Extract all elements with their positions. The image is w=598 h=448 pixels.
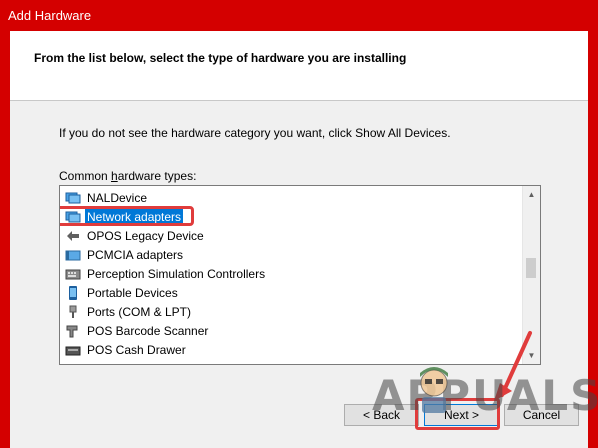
list-item-network-adapters[interactable]: Network adapters (60, 206, 522, 226)
wizard-header: From the list below, select the type of … (10, 31, 588, 101)
hardware-types-list[interactable]: NALDevice Network adapters OPOS Legacy D… (59, 185, 541, 365)
instruction-text: If you do not see the hardware category … (59, 126, 451, 140)
list-item-naldevice[interactable]: NALDevice (60, 188, 522, 207)
scroll-up-arrow-icon[interactable]: ▲ (523, 186, 540, 203)
pcmcia-card-icon (65, 248, 81, 262)
list-item-pos-barcode-scanner[interactable]: POS Barcode Scanner (60, 321, 522, 340)
opos-device-icon (65, 229, 81, 243)
hardware-types-label: Common hardware types: (59, 169, 197, 183)
annotation-arrow-icon (494, 331, 532, 401)
port-icon (65, 305, 81, 319)
barcode-scanner-icon (65, 324, 81, 338)
back-button[interactable]: < Back (344, 404, 419, 426)
title-bar[interactable]: Add Hardware (0, 0, 598, 31)
window-frame-right (588, 31, 598, 448)
network-device-icon (65, 191, 81, 205)
wizard-content: If you do not see the hardware category … (10, 101, 598, 448)
cash-drawer-icon (65, 343, 81, 357)
portable-device-icon (65, 285, 81, 300)
list-item-portable-devices[interactable]: Portable Devices (60, 283, 522, 302)
next-annotation-box (415, 398, 500, 430)
list-item-pcmcia-adapters[interactable]: PCMCIA adapters (60, 245, 522, 264)
list-item-perception-simulation-controllers[interactable]: Perception Simulation Controllers (60, 264, 522, 283)
simulation-controller-icon (65, 267, 81, 281)
list-item-pos-cash-drawer[interactable]: POS Cash Drawer (60, 340, 522, 359)
list-item-ports[interactable]: Ports (COM & LPT) (60, 302, 522, 321)
wizard-heading: From the list below, select the type of … (34, 51, 407, 65)
network-adapter-icon (65, 210, 81, 224)
window-title: Add Hardware (8, 8, 92, 23)
list-item-opos-legacy-device[interactable]: OPOS Legacy Device (60, 226, 522, 245)
scrollbar-thumb[interactable] (526, 258, 536, 278)
window-frame-left (0, 31, 10, 448)
